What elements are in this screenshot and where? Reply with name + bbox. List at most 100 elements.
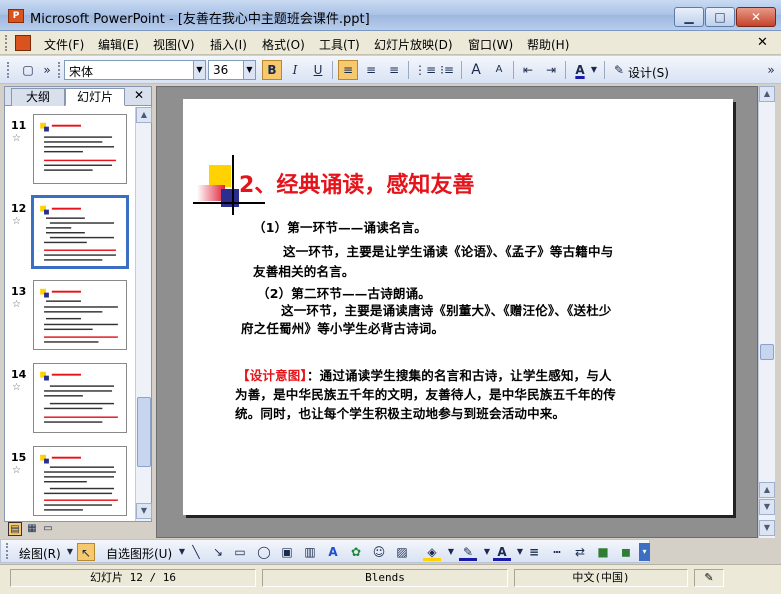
slide-thumbnail[interactable]: [33, 446, 127, 516]
line-color-icon[interactable]: ✎: [459, 543, 477, 561]
scrollbar-thumb[interactable]: [760, 344, 774, 360]
fill-color-dropdown-icon[interactable]: ▼: [442, 543, 460, 561]
menu-grip[interactable]: [5, 35, 8, 51]
bullet-list-icon[interactable]: ⁝≡: [437, 60, 457, 80]
vertical-textbox-icon[interactable]: ▥: [301, 543, 319, 561]
toolbar-separator: [461, 61, 462, 79]
menu-format[interactable]: 格式(O): [262, 36, 305, 53]
section1-line2[interactable]: 友善相关的名言。: [253, 261, 355, 280]
tab-slides[interactable]: 幻灯片: [65, 88, 125, 106]
slide-thumbnail[interactable]: [33, 280, 127, 350]
menu-insert[interactable]: 插入(I): [210, 36, 247, 53]
document-close-icon[interactable]: ✕: [757, 35, 768, 50]
slide-title[interactable]: 2、经典诵读，感知友善: [239, 167, 474, 199]
align-right-icon[interactable]: ≡: [384, 60, 404, 80]
underline-button[interactable]: U: [308, 60, 328, 80]
line-style-icon[interactable]: ≡: [525, 543, 543, 561]
design-icon[interactable]: ✎: [609, 60, 629, 80]
decrease-indent-icon[interactable]: ⇤: [518, 60, 538, 80]
font-size-dropdown-icon[interactable]: ▼: [243, 60, 256, 80]
align-center-icon[interactable]: ≡: [361, 60, 381, 80]
menu-window[interactable]: 窗口(W): [468, 36, 513, 53]
scroll-up-icon[interactable]: ▲: [136, 107, 152, 123]
design-button[interactable]: 设计(S): [628, 64, 669, 81]
decrease-font-button[interactable]: A: [489, 60, 509, 80]
font-name-combo[interactable]: 宋体: [64, 60, 194, 80]
oval-tool-icon[interactable]: ◯: [255, 543, 273, 561]
tab-outline[interactable]: 大纲: [11, 88, 65, 106]
rectangle-tool-icon[interactable]: ▭: [231, 543, 249, 561]
powerpoint-icon[interactable]: P: [8, 9, 24, 23]
menu-slideshow[interactable]: 幻灯片放映(D): [374, 36, 453, 53]
italic-button[interactable]: I: [285, 60, 305, 80]
numbered-list-icon[interactable]: ⋮≡: [414, 60, 436, 80]
toolbar-grip[interactable]: [7, 62, 10, 78]
bold-button[interactable]: B: [262, 60, 282, 80]
slide-thumbnail-selected[interactable]: [31, 195, 129, 269]
drawing-font-color-icon[interactable]: A: [493, 543, 511, 561]
toolbar-options-icon[interactable]: ▾: [639, 543, 650, 561]
maximize-button[interactable]: □: [705, 7, 735, 27]
slideshow-view-icon[interactable]: ▭: [41, 522, 55, 536]
dash-style-icon[interactable]: ┅: [548, 543, 566, 561]
minimize-button[interactable]: ▁: [674, 7, 704, 27]
menu-tools[interactable]: 工具(T): [319, 36, 360, 53]
menu-view[interactable]: 视图(V): [153, 36, 195, 53]
toolbar-options-icon[interactable]: »: [764, 60, 778, 80]
slide-sorter-view-icon[interactable]: ▦: [25, 522, 39, 536]
next-slide-icon[interactable]: ▼: [759, 499, 775, 515]
font-size-combo[interactable]: 36: [208, 60, 244, 80]
normal-view-icon[interactable]: ▤: [8, 522, 22, 536]
design-intent-line3[interactable]: 统。同时，也让每个学生积极主动地参与到班会活动中来。: [235, 403, 565, 422]
menu-file[interactable]: 文件(F): [44, 36, 84, 53]
toolbar-grip-2[interactable]: [58, 62, 61, 78]
font-name-dropdown-icon[interactable]: ▼: [193, 60, 206, 80]
section2-line2[interactable]: 府之任蜀州》等小学生必背古诗词。: [241, 318, 444, 337]
increase-font-button[interactable]: A: [466, 60, 486, 80]
clipart-icon[interactable]: ☺: [370, 543, 388, 561]
current-slide[interactable]: 2、经典诵读，感知友善 （1）第一环节——诵读名言。 这一环节，主要是让学生诵读…: [183, 99, 733, 515]
menu-edit[interactable]: 编辑(E): [98, 36, 139, 53]
autoshapes-button[interactable]: 自选图形(U): [106, 545, 172, 562]
new-document-icon[interactable]: ▢: [18, 60, 38, 80]
design-intent-line2[interactable]: 为善，是中华民族五千年的文明，友善待人，是中华民族五千年的传: [235, 384, 616, 403]
close-button[interactable]: ✕: [736, 7, 776, 27]
formatting-toolbar: ▢ » 宋体 ▼ 36 ▼ B I U ≡ ≡ ≡ ⋮≡ ⁝≡ A A ⇤ ⇥ …: [0, 56, 781, 84]
font-color-dropdown-icon[interactable]: ▼: [589, 60, 599, 80]
document-icon[interactable]: [15, 35, 31, 51]
font-color-button[interactable]: A: [570, 60, 590, 80]
pane-close-icon[interactable]: ✕: [134, 88, 144, 102]
increase-indent-icon[interactable]: ⇥: [541, 60, 561, 80]
fill-color-icon[interactable]: ◈: [423, 543, 441, 561]
slides-pane-scrollbar[interactable]: ▲ ▼: [135, 107, 152, 521]
scroll-up-icon[interactable]: ▲: [759, 86, 775, 102]
spelling-check-icon[interactable]: ✎: [694, 569, 724, 587]
line-tool-icon[interactable]: ╲: [187, 543, 205, 561]
textbox-tool-icon[interactable]: ▣: [278, 543, 296, 561]
slide-scrollbar[interactable]: ▲ ▲ ▼ ▼: [758, 86, 775, 538]
slide-thumbnail[interactable]: [33, 363, 127, 433]
toolbar-grip[interactable]: [6, 543, 9, 559]
select-objects-icon[interactable]: ↖: [77, 543, 95, 561]
section2-line1[interactable]: 这一环节，主要是诵读唐诗《别董大》、《赠汪伦》、《送杜少: [281, 300, 612, 319]
section1-line1[interactable]: 这一环节，主要是让学生诵读《论语》、《孟子》等古籍中与: [283, 241, 613, 260]
align-left-icon[interactable]: ≡: [338, 60, 358, 80]
scrollbar-thumb[interactable]: [137, 397, 151, 467]
menu-help[interactable]: 帮助(H): [527, 36, 569, 53]
shadow-style-icon[interactable]: ■: [594, 543, 612, 561]
scroll-down-icon[interactable]: ▼: [136, 503, 152, 519]
arrow-tool-icon[interactable]: ↘: [209, 543, 227, 561]
insert-picture-icon[interactable]: ▨: [393, 543, 411, 561]
wordart-icon[interactable]: A: [324, 543, 342, 561]
design-intent-line1[interactable]: 【设计意图】：通过诵读学生搜集的名言和古诗，让学生感知，与人: [237, 365, 612, 384]
section1-heading[interactable]: （1）第一环节——诵读名言。: [253, 217, 427, 236]
slide-number: 13: [11, 285, 27, 298]
previous-slide-icon[interactable]: ▲: [759, 482, 775, 498]
draw-menu-button[interactable]: 绘图(R): [19, 545, 61, 562]
3d-style-icon[interactable]: ◼: [617, 543, 635, 561]
arrow-style-icon[interactable]: ⇄: [571, 543, 589, 561]
slide-thumbnail[interactable]: [33, 114, 127, 184]
scroll-down-icon[interactable]: ▼: [759, 520, 775, 536]
diagram-icon[interactable]: ✿: [347, 543, 365, 561]
toolbar-options-icon[interactable]: »: [40, 60, 54, 80]
